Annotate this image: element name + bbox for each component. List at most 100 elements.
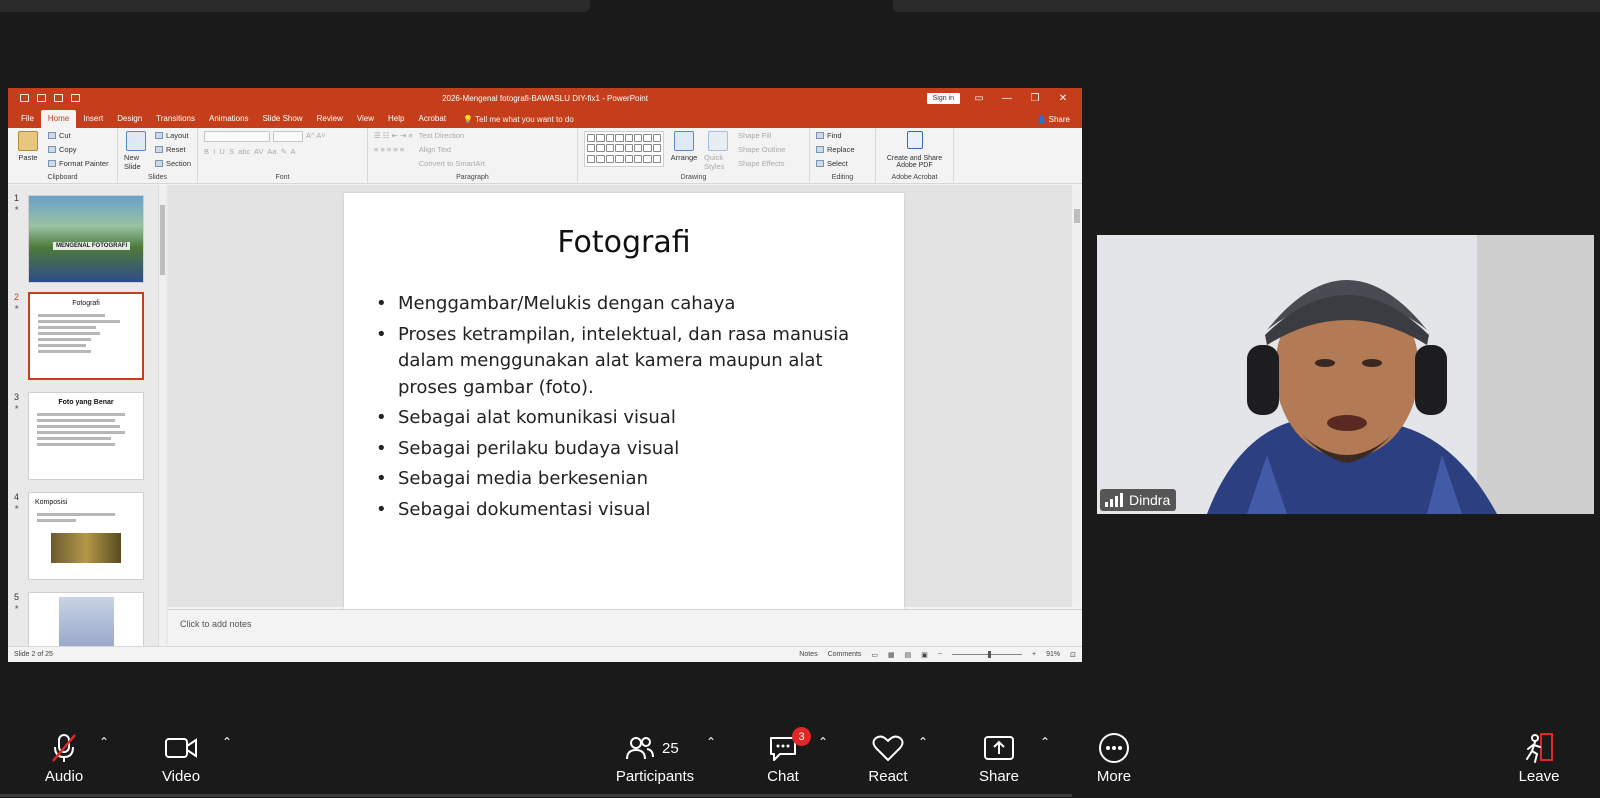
thumbnail-title: Komposisi [35, 499, 68, 506]
transition-icon: ★ [14, 305, 20, 311]
font-grow-icon[interactable]: A^ A˅ [306, 131, 326, 142]
zoom-in-icon[interactable]: + [1032, 651, 1036, 658]
paste-label: Paste [18, 153, 38, 162]
section-button[interactable]: Section [154, 159, 191, 168]
thumbnail-scrollbar[interactable] [158, 185, 166, 647]
slideshow-view-icon[interactable]: ▣ [921, 651, 928, 659]
redo-icon[interactable] [54, 94, 63, 102]
arrange-button[interactable]: Arrange [670, 131, 698, 171]
layout-label: Layout [165, 131, 189, 140]
zoom-slider[interactable] [952, 651, 1023, 658]
reset-label: Reset [165, 145, 186, 154]
thumbnail-slide-4[interactable]: 4 ★ Komposisi [8, 492, 158, 582]
restore-icon[interactable]: ❐ [1026, 93, 1044, 104]
more-button[interactable]: More [1069, 723, 1159, 798]
participants-options-caret[interactable]: ⌃ [706, 735, 716, 749]
replace-button[interactable]: Replace [816, 145, 855, 154]
video-button[interactable]: Video [136, 723, 226, 798]
close-icon[interactable]: ✕ [1054, 93, 1072, 104]
shape-outline-button[interactable]: Shape Outline [738, 145, 786, 154]
create-pdf-label[interactable]: Create and Share Adobe PDF [882, 155, 947, 169]
undo-icon[interactable] [37, 94, 46, 102]
tab-slide-show[interactable]: Slide Show [256, 110, 310, 128]
tab-help[interactable]: Help [381, 110, 411, 128]
current-slide[interactable]: Fotografi Menggambar/Melukis dengan caha… [344, 193, 904, 611]
fit-slide-icon[interactable]: ⊡ [1070, 651, 1076, 659]
video-options-caret[interactable]: ⌃ [222, 735, 232, 749]
react-options-caret[interactable]: ⌃ [918, 735, 928, 749]
clipboard-label: Clipboard [47, 174, 78, 181]
quick-styles-button[interactable]: Quick Styles [704, 131, 732, 171]
chat-button[interactable]: 3 Chat [738, 723, 828, 798]
adobe-pdf-icon[interactable] [906, 131, 923, 149]
shapes-gallery[interactable] [584, 131, 664, 167]
share-options-caret[interactable]: ⌃ [1040, 735, 1050, 749]
convert-smartart-button[interactable]: Convert to SmartArt [419, 159, 485, 168]
list-buttons[interactable]: ☰ ☷ ⇤ ⇥ ≡ [374, 131, 413, 140]
share-screen-button[interactable]: Share [954, 723, 1044, 798]
normal-view-icon[interactable]: ▭ [871, 651, 878, 659]
tab-animations[interactable]: Animations [202, 110, 256, 128]
notes-toggle[interactable]: Notes [799, 651, 817, 658]
edit-scrollbar[interactable] [1072, 185, 1082, 607]
new-slide-label: New Slide [124, 153, 141, 171]
thumbnail-slide-5[interactable]: 5 ★ [8, 592, 158, 647]
shape-fill-button[interactable]: Shape Fill [738, 131, 786, 140]
layout-button[interactable]: Layout [154, 131, 191, 140]
font-format-buttons[interactable]: B I U S abc AV Aa ✎ A [204, 147, 326, 156]
tab-file[interactable]: File [14, 110, 41, 128]
chat-label: Chat [767, 768, 799, 785]
participant-video[interactable]: Dindra [1097, 235, 1594, 514]
quick-styles-icon [708, 131, 728, 151]
sign-in-button[interactable]: Sign in [926, 92, 960, 104]
tab-insert[interactable]: Insert [76, 110, 110, 128]
top-bar-right [893, 0, 1600, 12]
tab-acrobat[interactable]: Acrobat [411, 110, 453, 128]
tell-me-search[interactable]: 💡 Tell me what you want to do [453, 111, 584, 128]
thumbnail-slide-1[interactable]: 1 ★ MENGENAL FOTOGRAFI [8, 193, 158, 283]
ribbon-tabs: File Home Insert Design Transitions Anim… [8, 108, 1082, 128]
zoom-level[interactable]: 91% [1046, 651, 1060, 658]
save-icon[interactable] [20, 94, 29, 102]
acrobat-group: Create and Share Adobe PDF Adobe Acrobat [876, 128, 954, 183]
new-slide-button[interactable]: New Slide [124, 131, 149, 171]
slide-sorter-icon[interactable]: ▦ [888, 651, 895, 659]
align-text-button[interactable]: Align Text [419, 145, 485, 154]
font-size-combo[interactable] [273, 131, 303, 142]
zoom-out-icon[interactable]: − [938, 651, 942, 658]
text-direction-button[interactable]: Text Direction [419, 131, 485, 140]
format-painter-button[interactable]: Format Painter [48, 159, 109, 168]
thumbnail-slide-2[interactable]: 2 ★ Fotografi [8, 292, 158, 382]
chat-options-caret[interactable]: ⌃ [818, 735, 828, 749]
minimize-icon[interactable]: — [998, 93, 1016, 104]
find-button[interactable]: Find [816, 131, 855, 140]
paste-button[interactable]: Paste [14, 131, 42, 171]
shape-effects-button[interactable]: Shape Effects [738, 159, 786, 168]
start-slideshow-icon[interactable] [71, 94, 80, 102]
comments-toggle[interactable]: Comments [828, 651, 862, 658]
tab-transitions[interactable]: Transitions [149, 110, 202, 128]
thumbnail-text [29, 506, 143, 529]
audio-options-caret[interactable]: ⌃ [99, 735, 109, 749]
tab-review[interactable]: Review [310, 110, 350, 128]
reading-view-icon[interactable]: ▤ [905, 651, 912, 659]
tab-design[interactable]: Design [110, 110, 149, 128]
leave-button[interactable]: Leave [1494, 723, 1584, 798]
select-button[interactable]: Select [816, 159, 855, 168]
participants-button[interactable]: 25 Participants [600, 723, 710, 798]
share-button[interactable]: 👤 Share [1024, 111, 1082, 128]
reset-button[interactable]: Reset [154, 145, 191, 154]
cut-button[interactable]: Cut [48, 131, 109, 140]
thumbnail-slide-3[interactable]: 3 ★ Foto yang Benar [8, 392, 158, 482]
align-buttons[interactable]: ≡ ≡ ≡ ≡ ≡ [374, 145, 413, 154]
audio-button[interactable]: Audio [19, 723, 109, 798]
copy-button[interactable]: Copy [48, 145, 109, 154]
notes-pane[interactable]: Click to add notes [168, 609, 1082, 639]
tab-view[interactable]: View [350, 110, 381, 128]
drawing-group: Arrange Quick Styles Shape Fill Shape Ou… [578, 128, 810, 183]
tab-home[interactable]: Home [40, 110, 77, 128]
font-name-combo[interactable] [204, 131, 270, 142]
arrange-icon [674, 131, 694, 151]
leave-label: Leave [1518, 768, 1560, 785]
ribbon-display-icon[interactable]: ▭ [970, 93, 988, 104]
